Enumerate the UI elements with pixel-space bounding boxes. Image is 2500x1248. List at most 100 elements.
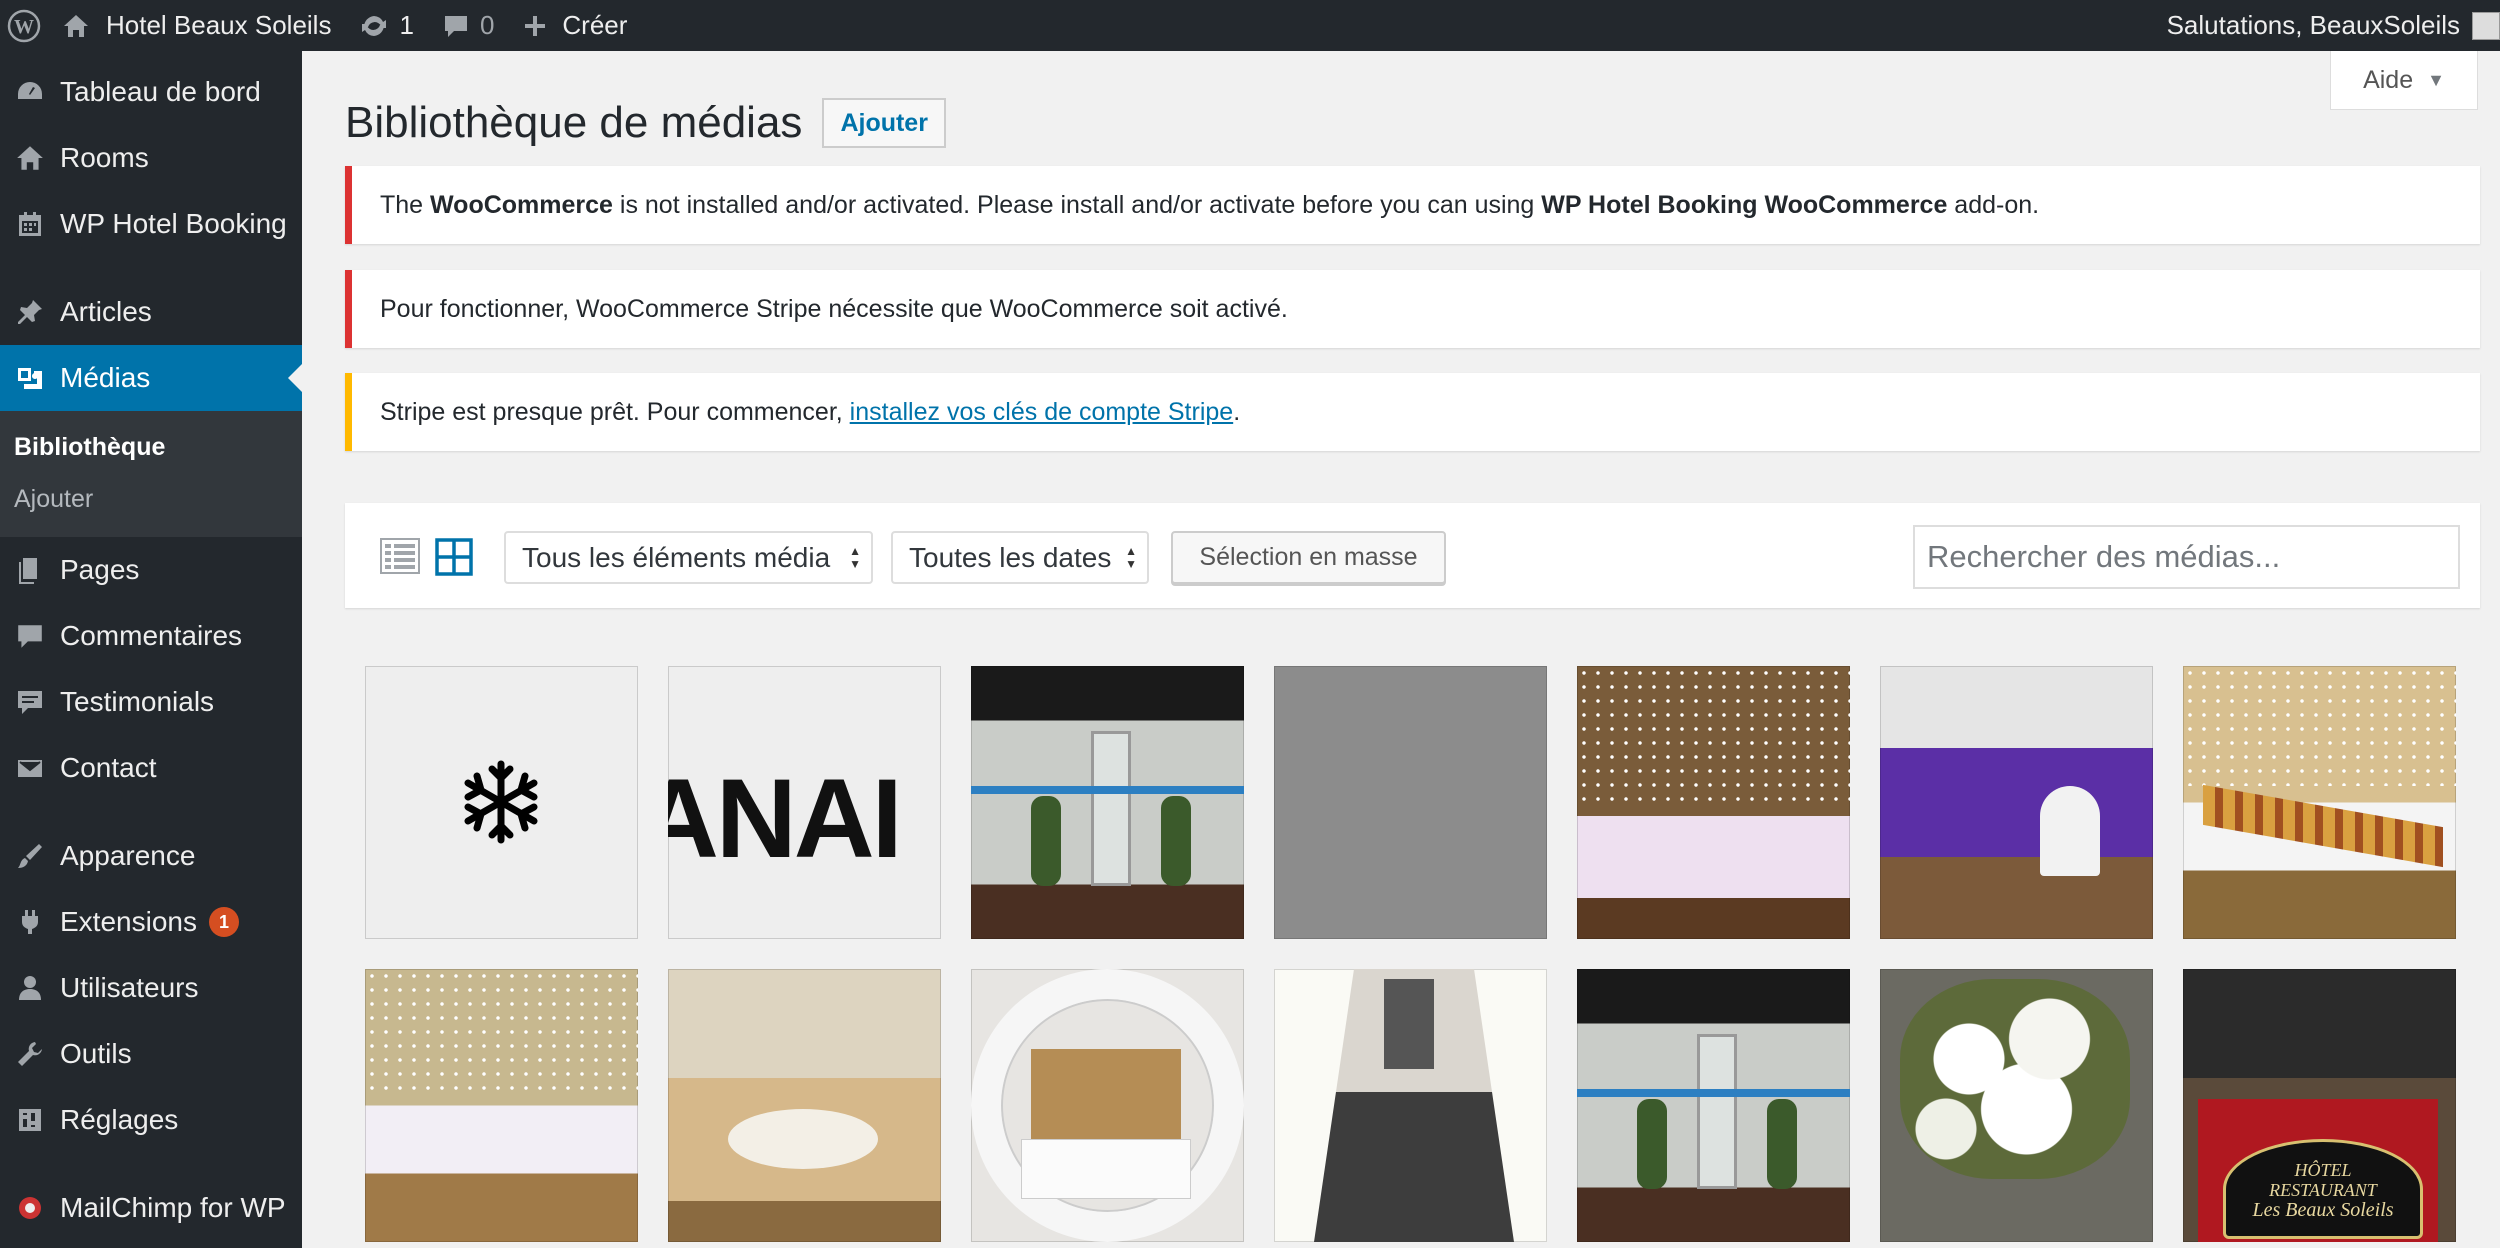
media-item[interactable]: ANAI bbox=[668, 666, 941, 939]
comment-icon bbox=[0, 621, 60, 651]
updates-link[interactable]: 1 bbox=[345, 0, 427, 51]
new-label: Créer bbox=[562, 10, 628, 40]
caret-down-icon: ▼ bbox=[2427, 69, 2445, 90]
media-item[interactable] bbox=[365, 969, 638, 1242]
wrench-icon bbox=[0, 1039, 60, 1069]
menu-label: Médias bbox=[60, 362, 151, 393]
updates-count: 1 bbox=[399, 10, 414, 40]
avatar bbox=[2472, 11, 2500, 40]
media-item[interactable] bbox=[1880, 666, 2153, 939]
select-arrows-icon: ▲ ▼ bbox=[849, 544, 861, 571]
wordpress-logo-icon[interactable]: W bbox=[0, 0, 48, 51]
menu-contact[interactable]: Contact bbox=[0, 735, 302, 801]
menu-medias[interactable]: Médias bbox=[0, 345, 302, 411]
home-icon bbox=[64, 14, 88, 37]
stripe-warning-notice: Stripe est presque prêt. Pour commencer,… bbox=[345, 373, 2480, 451]
submenu-library[interactable]: Bibliothèque bbox=[0, 421, 302, 473]
media-icon bbox=[0, 363, 60, 393]
pin-icon bbox=[0, 297, 60, 327]
logo-text: ANAI bbox=[668, 756, 903, 881]
account-menu[interactable]: Salutations, BeauxSoleils bbox=[2153, 0, 2500, 51]
menu-mailchimp[interactable]: MailChimp for WP bbox=[0, 1175, 302, 1241]
pages-icon bbox=[0, 555, 60, 585]
comments-count: 0 bbox=[479, 10, 495, 40]
update-count-badge: 1 bbox=[208, 907, 239, 937]
admin-sidebar: Tableau de bord Rooms WP Hotel Booking A… bbox=[0, 51, 302, 1248]
help-label: Aide bbox=[2363, 65, 2414, 94]
date-filter[interactable]: Toutes les dates ▲ ▼ bbox=[891, 531, 1149, 584]
media-item[interactable] bbox=[1577, 666, 1850, 939]
menu-comments[interactable]: Commentaires bbox=[0, 603, 302, 669]
mailchimp-icon bbox=[0, 1193, 60, 1223]
notice-text: The WooCommerce is not installed and/or … bbox=[380, 190, 2040, 219]
notice-text: Pour fonctionner, WooCommerce Stripe néc… bbox=[380, 294, 1288, 323]
menu-rooms[interactable]: Rooms bbox=[0, 125, 302, 191]
home-icon bbox=[0, 143, 60, 173]
media-item[interactable] bbox=[1274, 666, 1547, 939]
menu-pages[interactable]: Pages bbox=[0, 537, 302, 603]
menu-label: Tableau de bord bbox=[60, 76, 261, 107]
media-item[interactable] bbox=[971, 666, 1244, 939]
comments-link[interactable]: 0 bbox=[428, 0, 508, 51]
media-toolbar: Tous les éléments média ▲ ▼ Toutes les da… bbox=[345, 503, 2480, 608]
menu-label: Testimonials bbox=[60, 686, 215, 717]
submenu-add[interactable]: Ajouter bbox=[0, 473, 302, 525]
media-item[interactable] bbox=[1274, 969, 1547, 1242]
hotel-sign-line: HÔTEL bbox=[2294, 1160, 2352, 1180]
admin-bar: W Hotel Beaux Soleils 1 0 Créer Salutati… bbox=[0, 0, 2500, 51]
dashboard-icon bbox=[0, 77, 60, 107]
menu-label: Extensions bbox=[60, 906, 197, 937]
media-item[interactable] bbox=[1577, 969, 1850, 1242]
media-item[interactable] bbox=[365, 666, 638, 939]
plugin-icon bbox=[0, 907, 60, 937]
menu-dashboard[interactable]: Tableau de bord bbox=[0, 59, 302, 125]
grid-view-icon[interactable] bbox=[435, 538, 473, 576]
notice-text: Stripe est presque prêt. Pour commencer,… bbox=[380, 397, 1241, 426]
media-item[interactable] bbox=[668, 969, 941, 1242]
menu-testimonials[interactable]: Testimonials bbox=[0, 669, 302, 735]
media-item[interactable] bbox=[971, 969, 1244, 1242]
media-item[interactable] bbox=[2183, 666, 2456, 939]
select-arrows-icon: ▲ ▼ bbox=[1125, 544, 1137, 571]
stripe-error-notice: Pour fonctionner, WooCommerce Stripe néc… bbox=[345, 270, 2480, 348]
main-content: Aide ▼ Bibliothèque de médias Ajouter Th… bbox=[302, 51, 2500, 1248]
menu-settings[interactable]: Réglages bbox=[0, 1087, 302, 1153]
help-tab[interactable]: Aide ▼ bbox=[2330, 51, 2478, 110]
media-item[interactable] bbox=[1880, 969, 2153, 1242]
menu-label: WP Hotel Booking bbox=[60, 208, 287, 239]
stripe-keys-link[interactable]: installez vos clés de compte Stripe bbox=[850, 398, 1234, 426]
site-name: Hotel Beaux Soleils bbox=[106, 10, 332, 40]
updates-icon bbox=[362, 15, 387, 36]
media-search-input[interactable] bbox=[1913, 525, 2460, 589]
bulk-select-button[interactable]: Sélection en masse bbox=[1171, 531, 1446, 584]
menu-label: Outils bbox=[60, 1038, 132, 1069]
add-media-button[interactable]: Ajouter bbox=[822, 98, 946, 148]
menu-label: Articles bbox=[60, 296, 152, 327]
svg-text:W: W bbox=[14, 16, 34, 38]
comment-icon bbox=[444, 15, 467, 37]
menu-articles[interactable]: Articles bbox=[0, 279, 302, 345]
menu-label: Contact bbox=[60, 752, 157, 783]
testimonial-icon bbox=[0, 687, 60, 717]
menu-label: Pages bbox=[60, 554, 140, 585]
menu-label: Utilisateurs bbox=[60, 972, 199, 1003]
media-item[interactable]: HÔTEL RESTAURANT Les Beaux Soleils bbox=[2183, 969, 2456, 1242]
snowflake-icon bbox=[464, 760, 538, 844]
site-name-link[interactable]: Hotel Beaux Soleils bbox=[48, 0, 345, 51]
page-title: Bibliothèque de médias bbox=[345, 98, 803, 147]
menu-users[interactable]: Utilisateurs bbox=[0, 955, 302, 1021]
plus-icon bbox=[525, 15, 546, 36]
settings-icon bbox=[0, 1105, 60, 1135]
hotel-sign-line: RESTAURANT bbox=[2269, 1180, 2377, 1200]
list-view-icon[interactable] bbox=[380, 538, 420, 574]
new-content-link[interactable]: Créer bbox=[508, 0, 641, 51]
menu-wp-hotel-booking[interactable]: WP Hotel Booking bbox=[0, 191, 302, 257]
media-type-filter[interactable]: Tous les éléments média ▲ ▼ bbox=[504, 531, 873, 584]
menu-label: Rooms bbox=[60, 142, 149, 173]
menu-extensions[interactable]: Extensions 1 bbox=[0, 889, 302, 955]
menu-tools[interactable]: Outils bbox=[0, 1021, 302, 1087]
menu-appearance[interactable]: Apparence bbox=[0, 823, 302, 889]
menu-label: Réglages bbox=[60, 1104, 179, 1135]
menu-label: Commentaires bbox=[60, 620, 243, 651]
medias-submenu: Bibliothèque Ajouter bbox=[0, 411, 302, 537]
